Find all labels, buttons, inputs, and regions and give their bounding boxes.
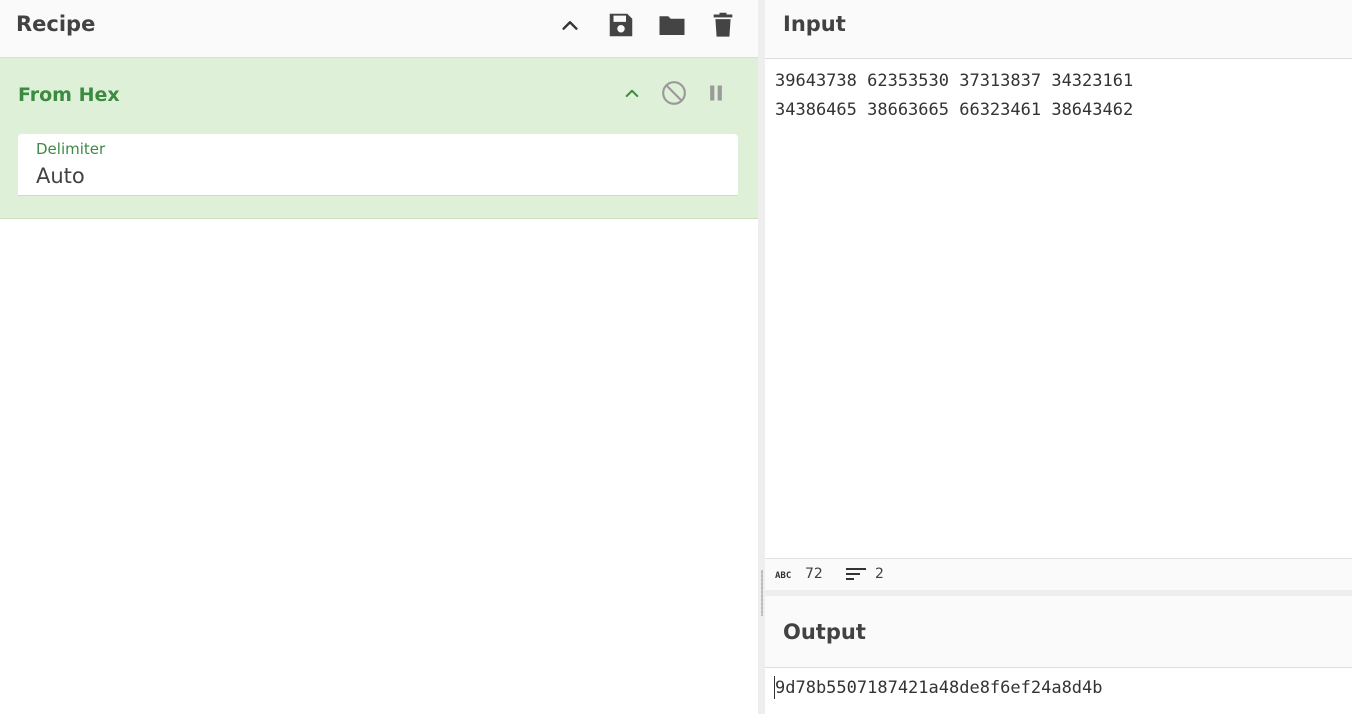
load-recipe-button[interactable] [655, 8, 689, 42]
output-title: Output [783, 620, 866, 644]
pane-splitter[interactable] [758, 0, 765, 714]
operation-title: From Hex [18, 84, 120, 106]
input-header: Input [765, 0, 1352, 59]
save-icon [609, 13, 633, 37]
text-cursor [774, 676, 775, 699]
pause-icon [710, 85, 722, 101]
lines-stat: 2 [845, 566, 884, 582]
disable-icon [662, 81, 686, 105]
breakpoint-button[interactable] [701, 78, 731, 108]
chevron-up-icon [625, 89, 639, 97]
abc-icon: ABC [775, 571, 791, 581]
length-stat: ABC 72 [775, 566, 823, 582]
delimiter-label: Delimiter [36, 140, 106, 158]
folder-icon [659, 16, 685, 35]
chevron-up-icon [562, 21, 578, 30]
collapse-recipe-button[interactable] [553, 8, 587, 42]
input-title: Input [783, 12, 846, 36]
recipe-title: Recipe [16, 12, 96, 36]
operation-from-hex[interactable]: From Hex Delimiter Auto [0, 58, 758, 219]
input-length: 72 [805, 566, 823, 582]
recipe-header: Recipe [0, 0, 758, 58]
output-header: Output [765, 596, 1352, 668]
output-textarea[interactable]: 9d78b5507187421a48de8f6ef24a8d4b [765, 668, 1352, 714]
clear-recipe-button[interactable] [706, 8, 740, 42]
lines-icon [846, 568, 866, 580]
trash-icon [713, 12, 733, 37]
delimiter-field[interactable]: Delimiter Auto [18, 134, 738, 196]
input-lines: 2 [875, 566, 884, 582]
svg-text:ABC: ABC [775, 571, 791, 581]
splitter-grip[interactable] [761, 570, 763, 616]
io-pane: Input 39643738 62353530 37313837 3432316… [765, 0, 1352, 714]
disable-operation-button[interactable] [659, 78, 689, 108]
delimiter-value[interactable]: Auto [36, 164, 85, 188]
input-status-bar: ABC 72 2 [765, 558, 1352, 590]
input-textarea[interactable]: 39643738 62353530 37313837 34323161 3438… [765, 59, 1352, 558]
save-recipe-button[interactable] [604, 8, 638, 42]
collapse-operation-button[interactable] [617, 78, 647, 108]
recipe-pane: Recipe From Hex Delimiter Auto [0, 0, 758, 714]
